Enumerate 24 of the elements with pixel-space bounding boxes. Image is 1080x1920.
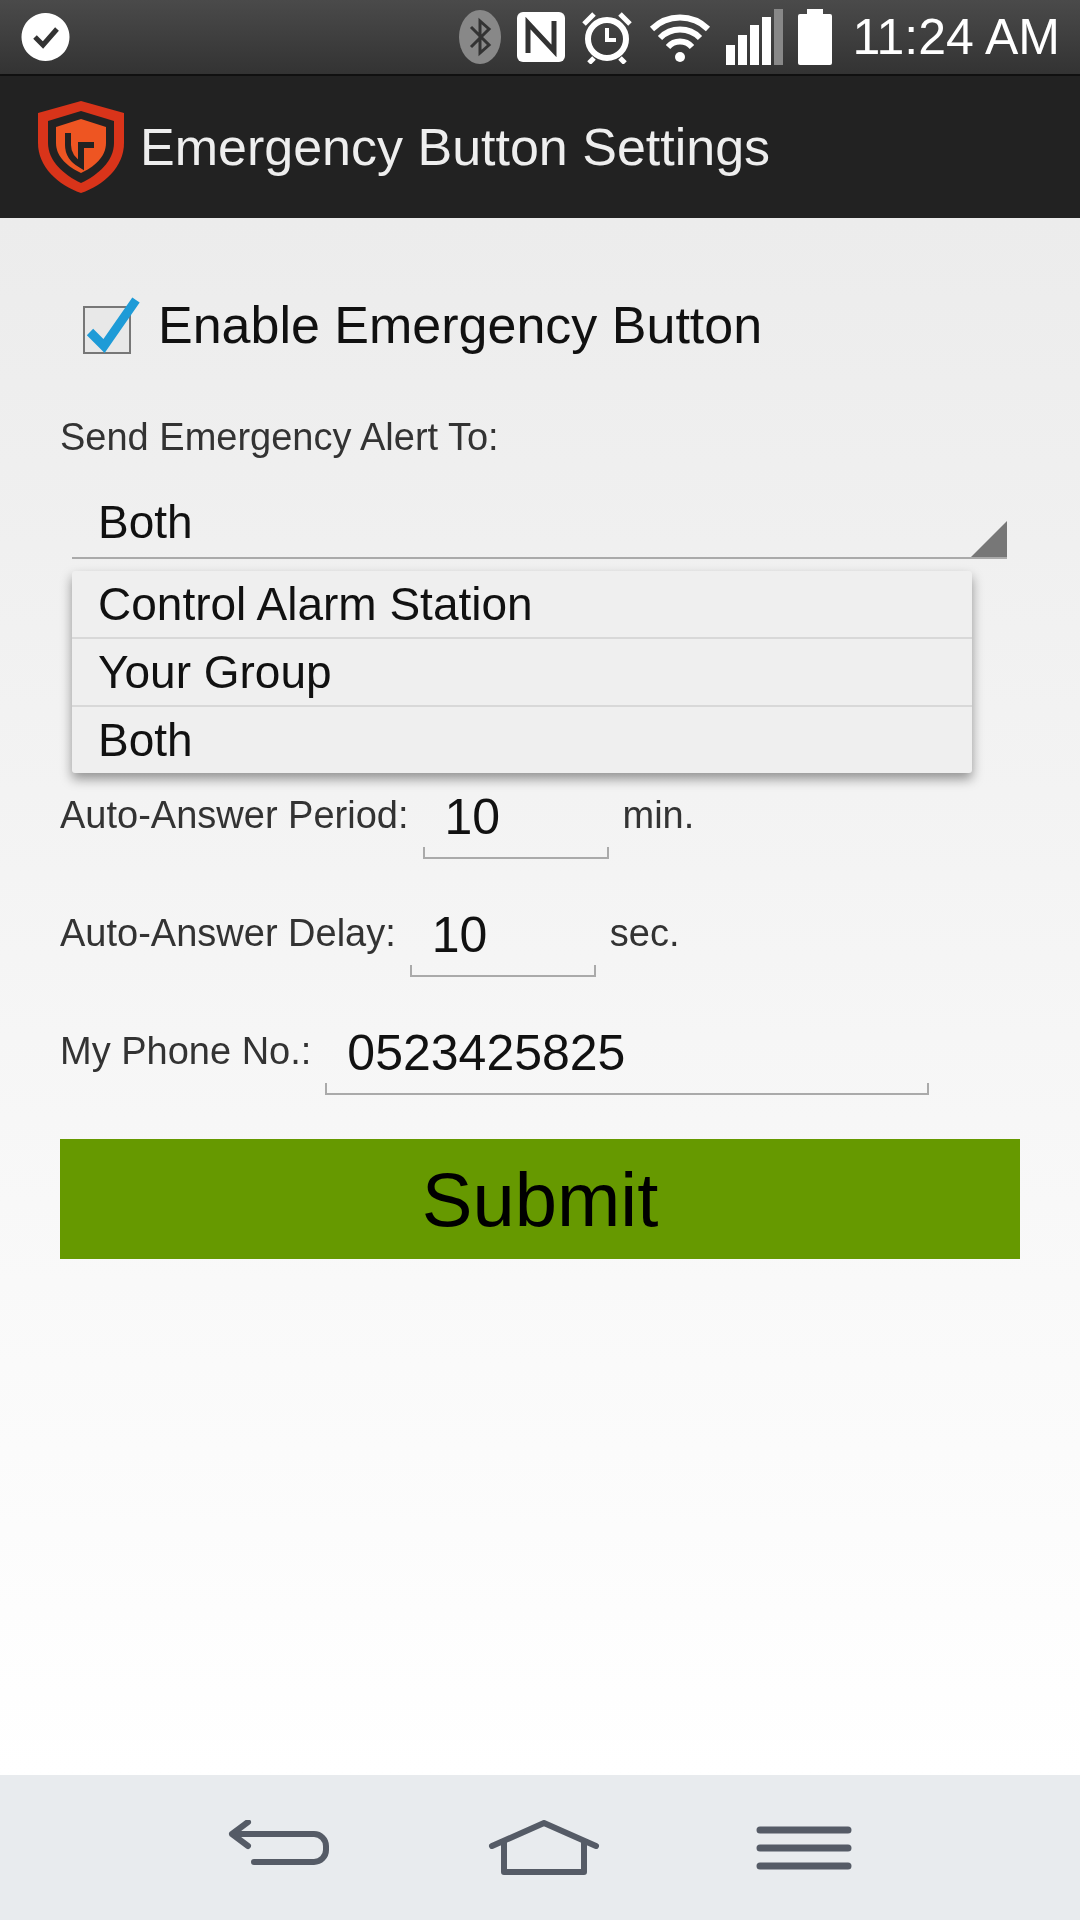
unit-label: min. <box>622 794 695 837</box>
text-input-field[interactable]: 10 <box>409 895 596 977</box>
field-label: Send Emergency Alert To: <box>60 416 500 459</box>
signal-icon <box>726 9 785 65</box>
bluetooth-icon <box>458 9 503 65</box>
dropdown-option[interactable]: Your Group <box>72 639 972 707</box>
battery-icon <box>798 9 833 65</box>
unit-label: sec. <box>609 912 680 955</box>
dropdown-option[interactable]: Control Alarm Station <box>72 571 972 639</box>
shield-logo-icon <box>36 99 126 195</box>
dropdown-option[interactable]: Both <box>72 707 972 773</box>
text-input-field[interactable]: 0523425825 <box>325 1013 930 1095</box>
app-title: Emergency Button Settings <box>140 117 771 177</box>
text-input-field[interactable]: 10 <box>422 777 609 859</box>
field-label: Auto-Answer Delay: <box>60 912 396 955</box>
status-time: 11:24 AM <box>852 8 1060 66</box>
corner-triangle-icon <box>971 521 1007 557</box>
checkbox-label: Enable Emergency Button <box>158 295 763 355</box>
submit-button[interactable]: Submit <box>60 1139 1020 1259</box>
field-label: My Phone No.: <box>60 1030 312 1073</box>
nfc-icon <box>516 11 567 63</box>
home-icon[interactable] <box>488 1819 600 1876</box>
dropdown-field[interactable]: Both <box>72 487 1007 559</box>
field-label: Auto-Answer Period: <box>60 794 409 837</box>
